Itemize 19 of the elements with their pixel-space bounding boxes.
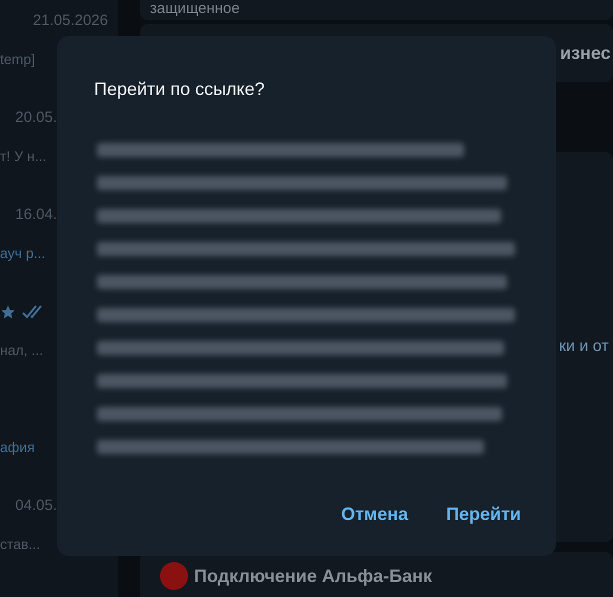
chat-preview: нал, ...: [0, 340, 44, 360]
message-text: ки и от: [559, 337, 609, 357]
message-text: защищенное: [150, 0, 240, 18]
message-text: изнес: [560, 42, 611, 64]
chat-date: 21.05.2026: [32, 10, 108, 31]
message-text: Подключение Альфа-Банк: [194, 564, 432, 588]
chat-date: 16.04.: [15, 204, 57, 225]
dialog-button[interactable]: Отмена: [333, 495, 416, 534]
chat-preview: афия: [0, 438, 35, 457]
chat-date: 20.05.: [15, 108, 57, 128]
chat-preview: став...: [0, 534, 40, 554]
double-check-icon: [22, 305, 44, 319]
chat-preview: temp]: [0, 50, 36, 69]
chat-preview: т! У н...: [0, 146, 46, 166]
dialog-button[interactable]: Перейти: [438, 495, 529, 534]
chat-date: 04.05.: [15, 496, 57, 516]
chat-preview: ауч р...: [0, 244, 46, 263]
dialog-title: Перейти по ссылке?: [94, 78, 265, 101]
star-icon: [0, 304, 16, 320]
